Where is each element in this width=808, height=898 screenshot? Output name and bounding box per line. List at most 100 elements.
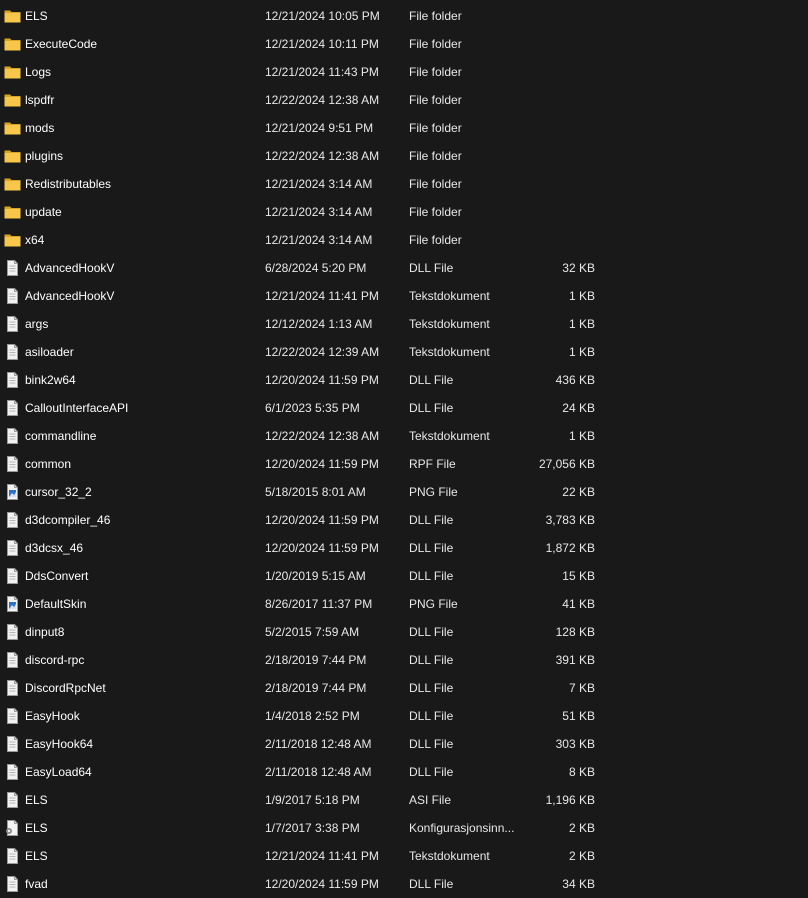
file-date-modified: 2/18/2019 7:44 PM (265, 653, 367, 667)
file-name: Logs (25, 65, 52, 79)
file-row[interactable]: EasyHook 1/4/2018 2:52 PM DLL File 51 KB (0, 702, 808, 730)
file-name: args (25, 317, 49, 331)
file-name: dinput8 (25, 625, 65, 639)
file-size: 51 KB (562, 709, 595, 723)
file-row[interactable]: CalloutInterfaceAPI 6/1/2023 5:35 PM DLL F… (0, 394, 808, 422)
file-icon (4, 680, 21, 696)
file-type: ASI File (409, 793, 452, 807)
file-row[interactable]: lspdfr 12/22/2024 12:38 AM File folder (0, 86, 808, 114)
file-icon (4, 428, 21, 444)
folder-icon (4, 120, 21, 136)
file-row[interactable]: ELS 12/21/2024 10:05 PM File folder (0, 2, 808, 30)
file-name: x64 (25, 233, 45, 247)
file-type: DLL File (409, 709, 454, 723)
file-type: File folder (409, 177, 462, 191)
file-name: ELS (25, 9, 48, 23)
file-row[interactable]: cursor_32_2 5/18/2015 8:01 AM PNG File 22 K… (0, 478, 808, 506)
file-row[interactable]: DefaultSkin 8/26/2017 11:37 PM PNG File 41 … (0, 590, 808, 618)
folder-icon (4, 204, 21, 220)
file-type: DLL File (409, 569, 454, 583)
file-size: 22 KB (562, 485, 595, 499)
file-icon (4, 540, 21, 556)
file-icon (4, 372, 21, 388)
file-row[interactable]: bink2w64 12/20/2024 11:59 PM DLL File 436 K… (0, 366, 808, 394)
file-type: RPF File (409, 457, 456, 471)
file-row[interactable]: fvad 12/20/2024 11:59 PM DLL File 34 KB (0, 870, 808, 898)
file-type: Tekstdokument (409, 345, 490, 359)
file-date-modified: 2/11/2018 12:48 AM (265, 765, 372, 779)
file-type: Tekstdokument (409, 849, 490, 863)
file-date-modified: 12/22/2024 12:39 AM (265, 345, 380, 359)
file-date-modified: 12/21/2024 11:41 PM (265, 289, 379, 303)
file-type: File folder (409, 149, 462, 163)
file-name: EasyHook64 (25, 737, 94, 751)
file-type: Tekstdokument (409, 317, 490, 331)
file-row[interactable]: args 12/12/2024 1:13 AM Tekstdokument 1 KB (0, 310, 808, 338)
file-date-modified: 2/18/2019 7:44 PM (265, 681, 367, 695)
file-icon (4, 848, 21, 864)
file-row[interactable]: mods 12/21/2024 9:51 PM File folder (0, 114, 808, 142)
file-name: fvad (25, 877, 48, 891)
file-date-modified: 6/1/2023 5:35 PM (265, 401, 360, 415)
file-row[interactable]: DdsConvert 1/20/2019 5:15 AM DLL File 15 KB (0, 562, 808, 590)
file-type: File folder (409, 93, 462, 107)
file-row[interactable]: update 12/21/2024 3:14 AM File folder (0, 198, 808, 226)
file-date-modified: 12/21/2024 3:14 AM (265, 233, 373, 247)
file-row[interactable]: discord-rpc 2/18/2019 7:44 PM DLL File 391 … (0, 646, 808, 674)
file-icon (4, 400, 21, 416)
file-name: DiscordRpcNet (25, 681, 106, 695)
file-name: commandline (25, 429, 97, 443)
file-row[interactable]: Redistributables 12/21/2024 3:14 AM File f… (0, 170, 808, 198)
file-row[interactable]: AdvancedHookV 6/28/2024 5:20 PM DLL File 32… (0, 254, 808, 282)
file-date-modified: 12/20/2024 11:59 PM (265, 513, 379, 527)
file-icon (4, 624, 21, 640)
file-type: DLL File (409, 541, 454, 555)
file-size: 1 KB (568, 345, 595, 359)
file-icon (4, 344, 21, 360)
file-row[interactable]: Logs 12/21/2024 11:43 PM File folder (0, 58, 808, 86)
file-row[interactable]: common 12/20/2024 11:59 PM RPF File 27,056 … (0, 450, 808, 478)
file-row[interactable]: ELS 1/7/2017 3:38 PM Konfigurasjonsinn... 2… (0, 814, 808, 842)
file-name: AdvancedHookV (25, 289, 115, 303)
file-name: cursor_32_2 (25, 485, 92, 499)
file-name: Redistributables (25, 177, 112, 191)
folder-icon (4, 92, 21, 108)
file-name: ExecuteCode (25, 37, 98, 51)
file-row[interactable]: d3dcsx_46 12/20/2024 11:59 PM DLL File 1,87… (0, 534, 808, 562)
file-row[interactable]: x64 12/21/2024 3:14 AM File folder (0, 226, 808, 254)
file-row[interactable]: AdvancedHookV 12/21/2024 11:41 PM Tekstdok… (0, 282, 808, 310)
file-row[interactable]: commandline 12/22/2024 12:38 AM Tekstdokum… (0, 422, 808, 450)
file-name: DdsConvert (25, 569, 89, 583)
file-row[interactable]: ELS 1/9/2017 5:18 PM ASI File 1,196 KB (0, 786, 808, 814)
file-row[interactable]: EasyHook64 2/11/2018 12:48 AM DLL File 303 … (0, 730, 808, 758)
file-type: Tekstdokument (409, 429, 490, 443)
file-date-modified: 12/20/2024 11:59 PM (265, 457, 379, 471)
file-icon (4, 568, 21, 584)
file-row[interactable]: ELS 12/21/2024 11:41 PM Tekstdokument 2 KB (0, 842, 808, 870)
file-name: AdvancedHookV (25, 261, 115, 275)
file-row[interactable]: ExecuteCode 12/21/2024 10:11 PM File folde… (0, 30, 808, 58)
file-name: asiloader (25, 345, 74, 359)
file-row[interactable]: asiloader 12/22/2024 12:39 AM Tekstdokumen… (0, 338, 808, 366)
file-date-modified: 12/21/2024 10:11 PM (265, 37, 379, 51)
file-type: Konfigurasjonsinn... (409, 821, 515, 835)
file-row[interactable]: plugins 12/22/2024 12:38 AM File folder (0, 142, 808, 170)
file-row[interactable]: d3dcompiler_46 12/20/2024 11:59 PM DLL Fil… (0, 506, 808, 534)
file-size: 3,783 KB (545, 513, 595, 527)
file-icon (4, 456, 21, 472)
file-row[interactable]: DiscordRpcNet 2/18/2019 7:44 PM DLL File 7 … (0, 674, 808, 702)
file-date-modified: 12/22/2024 12:38 AM (265, 93, 380, 107)
file-icon (4, 708, 21, 724)
file-row[interactable]: dinput8 5/2/2015 7:59 AM DLL File 128 KB (0, 618, 808, 646)
file-date-modified: 12/20/2024 11:59 PM (265, 877, 379, 891)
file-list: ELS 12/21/2024 10:05 PM File folder Execut… (0, 0, 808, 898)
file-name: discord-rpc (25, 653, 85, 667)
file-row[interactable]: EasyLoad64 2/11/2018 12:48 AM DLL File 8 KB (0, 758, 808, 786)
file-icon (4, 792, 21, 808)
file-size: 1,872 KB (545, 541, 595, 555)
file-size: 436 KB (555, 373, 595, 387)
file-date-modified: 1/20/2019 5:15 AM (265, 569, 366, 583)
file-date-modified: 12/21/2024 3:14 AM (265, 177, 373, 191)
image-file-icon (4, 484, 21, 500)
file-name: EasyLoad64 (25, 765, 92, 779)
